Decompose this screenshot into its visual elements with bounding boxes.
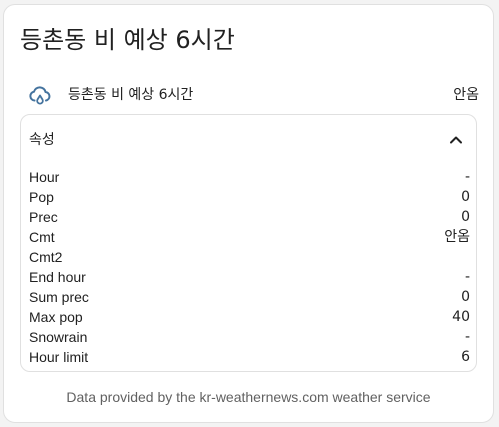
attributes-header-label: 속성 [29, 132, 55, 148]
attributes-panel: 속성 Hour - Pop 0 Prec 0 Cmt 안옴 Cmt2 End h… [20, 114, 477, 372]
more-info-dialog: 등촌동 비 예상 6시간 등촌동 비 예상 6시간 안옴 속성 Hour - P… [3, 4, 494, 423]
chevron-up-icon[interactable] [446, 130, 466, 150]
attribute-key: Cmt [29, 229, 55, 245]
attribute-row: Max pop 40 [29, 307, 470, 327]
attribute-row: Cmt2 [29, 247, 470, 267]
attributes-expander-header[interactable]: 속성 [21, 115, 476, 165]
dialog-title: 등촌동 비 예상 6시간 [20, 26, 235, 54]
attribute-row: Pop 0 [29, 187, 470, 207]
attribute-value: 안옴 [444, 229, 470, 245]
attribute-row: Cmt 안옴 [29, 227, 470, 247]
attribute-value: - [464, 329, 470, 345]
weather-rainy-cloud-icon [28, 83, 52, 107]
attribute-key: Hour [29, 169, 60, 185]
attribute-value: - [464, 269, 470, 285]
attribute-key: Hour limit [29, 349, 89, 365]
attribute-value: 0 [461, 289, 470, 305]
entity-row[interactable]: 등촌동 비 예상 6시간 안옴 [20, 77, 479, 113]
attribute-key: End hour [29, 269, 86, 285]
attribution-text: Data provided by the kr-weathernews.com … [66, 389, 431, 405]
attribute-value: 0 [461, 209, 470, 225]
attribute-row: Sum prec 0 [29, 287, 470, 307]
attribute-value: 0 [461, 189, 470, 205]
entity-name: 등촌동 비 예상 6시간 [68, 87, 194, 103]
entity-state: 안옴 [453, 87, 479, 103]
attribute-value: - [464, 169, 470, 185]
attributes-list: Hour - Pop 0 Prec 0 Cmt 안옴 Cmt2 End hour [29, 167, 470, 367]
attribute-value: 6 [461, 349, 470, 365]
attribute-row: End hour - [29, 267, 470, 287]
attribute-key: Snowrain [29, 329, 88, 345]
attribute-key: Prec [29, 209, 58, 225]
attribute-row: Hour limit 6 [29, 347, 470, 367]
attribute-key: Sum prec [29, 289, 89, 305]
attribute-key: Max pop [29, 309, 83, 325]
attribute-row: Prec 0 [29, 207, 470, 227]
attribute-key: Pop [29, 189, 54, 205]
attribute-key: Cmt2 [29, 249, 63, 265]
attribute-row: Snowrain - [29, 327, 470, 347]
attribute-row: Hour - [29, 167, 470, 187]
attribute-value: 40 [452, 309, 470, 325]
